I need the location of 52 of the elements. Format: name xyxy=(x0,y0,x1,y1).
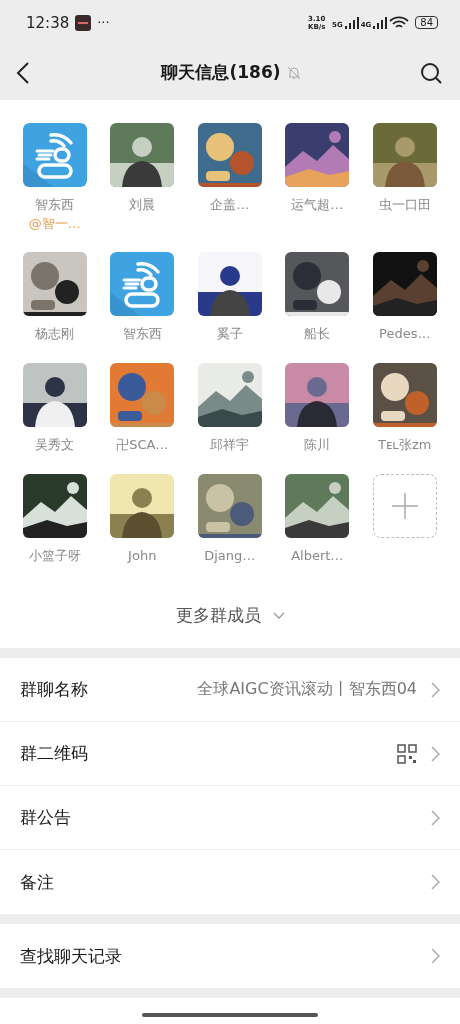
status-time: 12:38 xyxy=(26,13,70,32)
member-name[interactable]: 邱祥宇 xyxy=(210,435,250,455)
member-name[interactable]: Tᴇʟ张zm xyxy=(378,435,432,455)
chat-title: 聊天信息(186) xyxy=(161,61,281,84)
plus-icon xyxy=(391,493,418,519)
member-name[interactable]: Djang… xyxy=(204,546,256,566)
logo-avatar[interactable] xyxy=(22,123,87,187)
row-label: 备注 xyxy=(20,870,54,894)
settings-row[interactable]: 群公告 xyxy=(0,786,460,850)
chevron-down-icon xyxy=(272,611,285,620)
member-name[interactable]: 刘晨 xyxy=(129,195,156,215)
add-member-button[interactable] xyxy=(372,474,437,538)
member-name[interactable]: 智东西 xyxy=(122,324,162,344)
battery-indicator: 84 xyxy=(415,16,438,29)
member-name[interactable]: 吴秀文 xyxy=(35,435,75,455)
settings-row[interactable]: 群二维码 xyxy=(0,722,460,786)
member-name[interactable]: 虫一口田 xyxy=(378,195,431,215)
member-tag: @智一… xyxy=(28,215,81,233)
member-name[interactable]: Albert… xyxy=(291,546,344,566)
chevron-right-icon xyxy=(431,874,440,890)
chevron-right-icon xyxy=(431,948,440,964)
member-name[interactable]: 企盖… xyxy=(210,195,250,215)
more-members-button[interactable]: 更多群成员 xyxy=(171,600,289,631)
row-value: 全球AIGC资讯滚动丨智东西04 xyxy=(197,679,417,700)
more-text: ··· xyxy=(97,15,110,30)
member-name[interactable]: John xyxy=(128,546,157,566)
chevron-right-icon xyxy=(431,809,440,826)
settings-row[interactable]: 群聊名称 全球AIGC资讯滚动丨智东西04 xyxy=(0,658,460,722)
row-label: 群公告 xyxy=(20,806,71,829)
signal-icon xyxy=(373,16,388,29)
member-name[interactable]: 卍SCA… xyxy=(116,435,169,455)
member-name[interactable]: 杨志刚 xyxy=(35,324,75,344)
member-name[interactable]: 陈川 xyxy=(304,435,331,455)
member-name[interactable]: 船长 xyxy=(304,324,331,344)
settings-row[interactable]: 查找聊天记录 xyxy=(0,924,460,988)
member-name[interactable]: 奚子 xyxy=(216,324,243,344)
app-icon xyxy=(75,14,92,31)
wifi-icon xyxy=(389,15,410,30)
chevron-right-icon xyxy=(431,681,440,698)
member-name[interactable]: 小篮子呀 xyxy=(28,546,81,566)
member-name[interactable]: 智东西 xyxy=(35,195,75,215)
back-icon xyxy=(16,61,30,84)
row-label: 群二维码 xyxy=(20,742,88,765)
settings-row[interactable]: 备注 xyxy=(0,850,460,914)
chevron-right-icon xyxy=(431,745,440,762)
row-label: 查找聊天记录 xyxy=(20,944,122,968)
member-name[interactable]: Pedes… xyxy=(379,324,431,344)
logo-avatar[interactable] xyxy=(110,252,175,316)
signal-icon xyxy=(344,16,359,29)
member-name[interactable]: 运气超… xyxy=(291,195,344,215)
row-label: 群聊名称 xyxy=(20,678,88,701)
search-icon[interactable] xyxy=(420,61,442,84)
